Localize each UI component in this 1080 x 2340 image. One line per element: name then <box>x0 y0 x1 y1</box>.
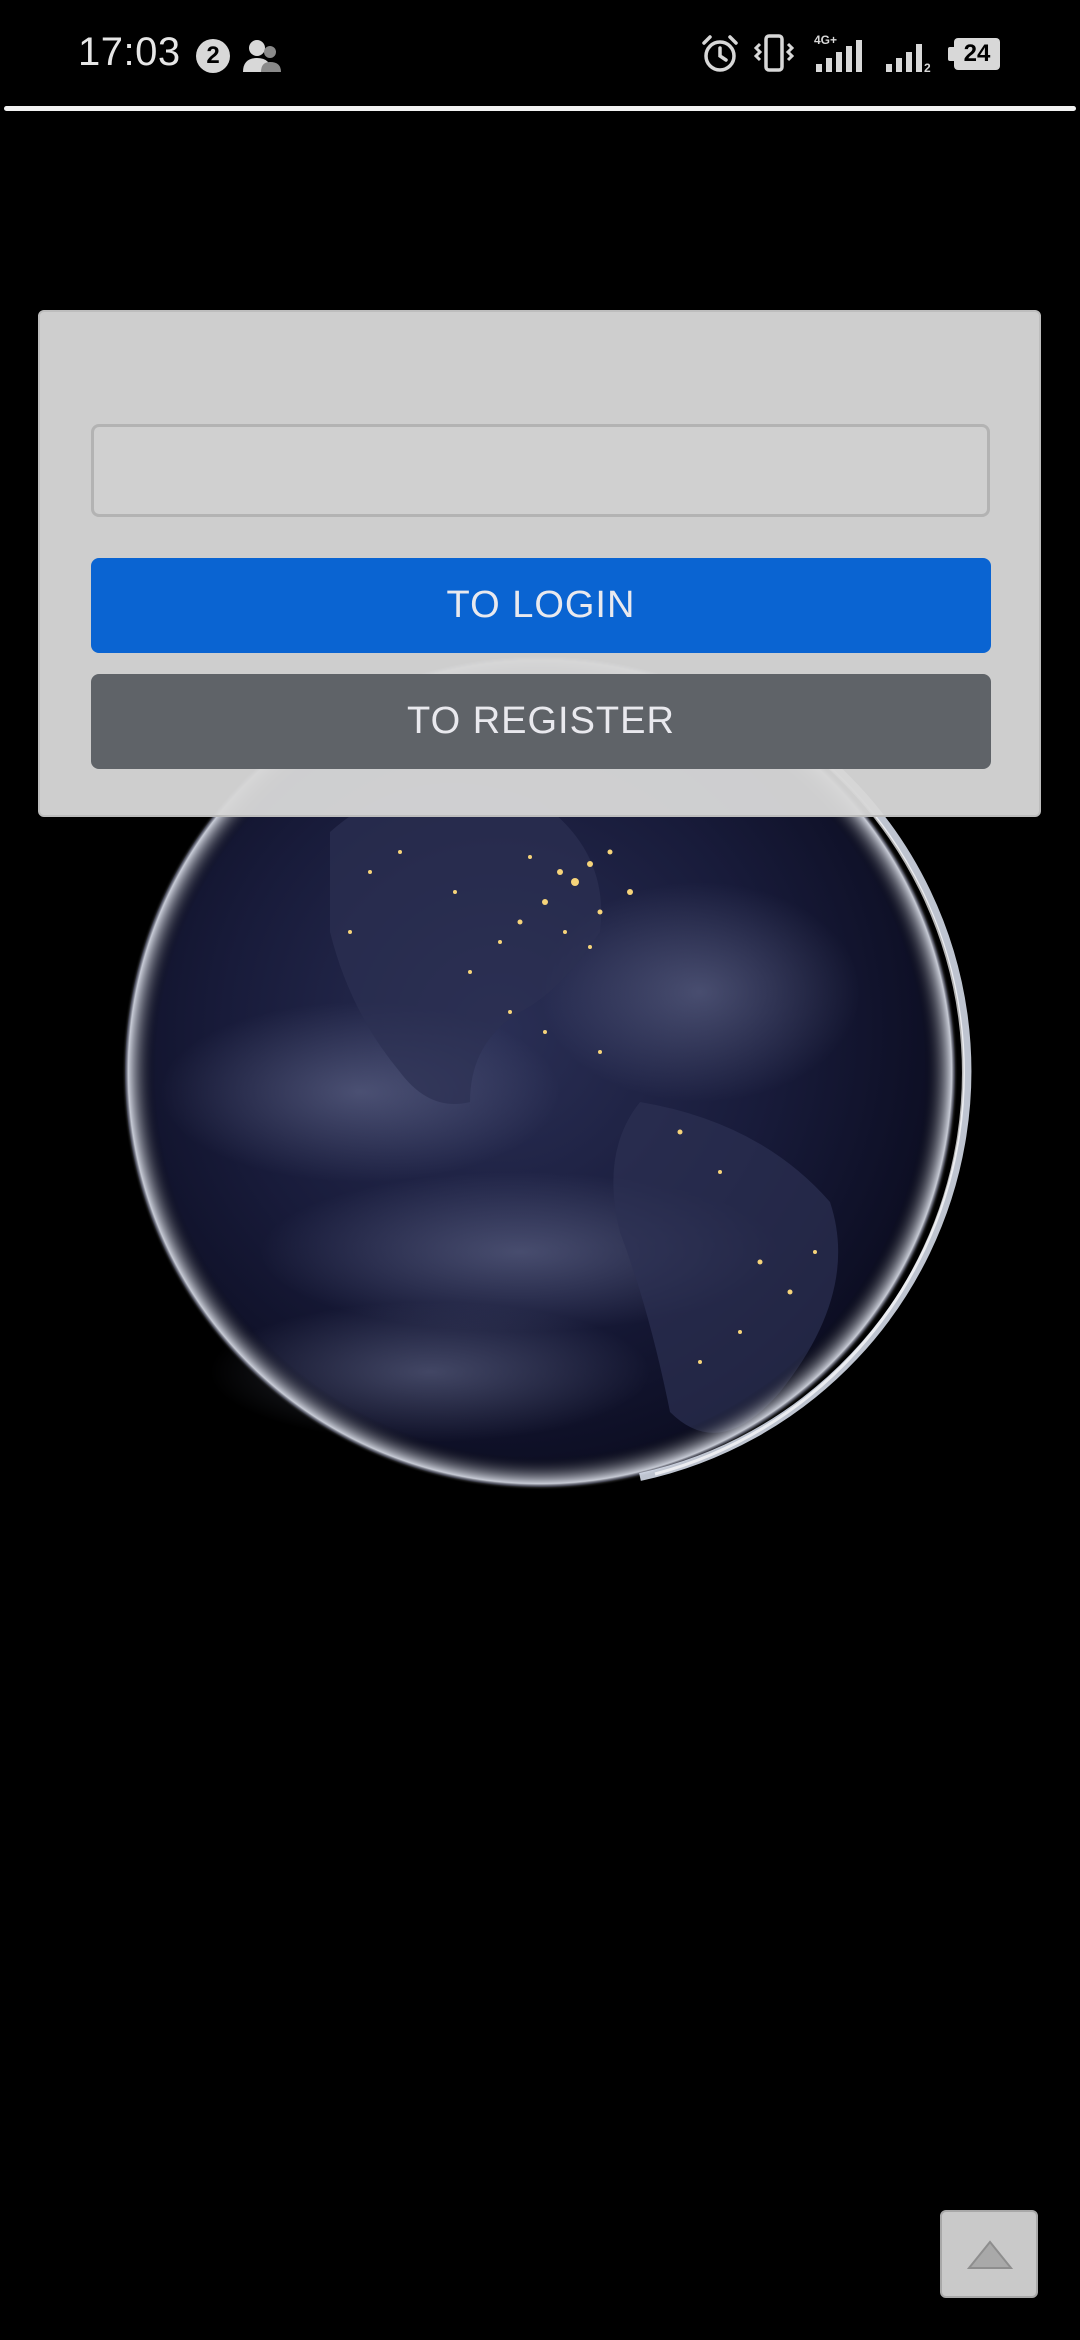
login-button[interactable]: TO LOGIN <box>91 558 991 653</box>
status-bar: 17:03 2 4G+ 2 24 <box>0 0 1080 108</box>
chevron-up-icon <box>967 2240 1013 2269</box>
svg-text:2: 2 <box>924 61 931 74</box>
contact-icon <box>243 40 281 72</box>
account-input[interactable] <box>91 424 990 517</box>
register-button[interactable]: TO REGISTER <box>91 674 991 769</box>
vibrate-icon <box>754 34 794 72</box>
login-panel: TO LOGIN TO REGISTER <box>38 310 1041 817</box>
status-time: 17:03 <box>78 30 181 74</box>
notification-badge: 2 <box>196 39 230 73</box>
signal-4g-icon: 4G+ <box>814 33 862 72</box>
top-progress-line <box>4 106 1076 111</box>
svg-text:4G+: 4G+ <box>814 33 837 47</box>
scroll-to-top-button[interactable] <box>940 2210 1038 2298</box>
alarm-icon <box>702 35 738 72</box>
signal-sim2-icon: 2 <box>886 44 931 74</box>
app-screen: 17:03 2 4G+ 2 24 TO LOGIN TO REGISTER <box>0 0 1080 2340</box>
battery-level: 24 <box>954 38 1000 70</box>
battery-icon: 24 <box>948 38 1002 70</box>
